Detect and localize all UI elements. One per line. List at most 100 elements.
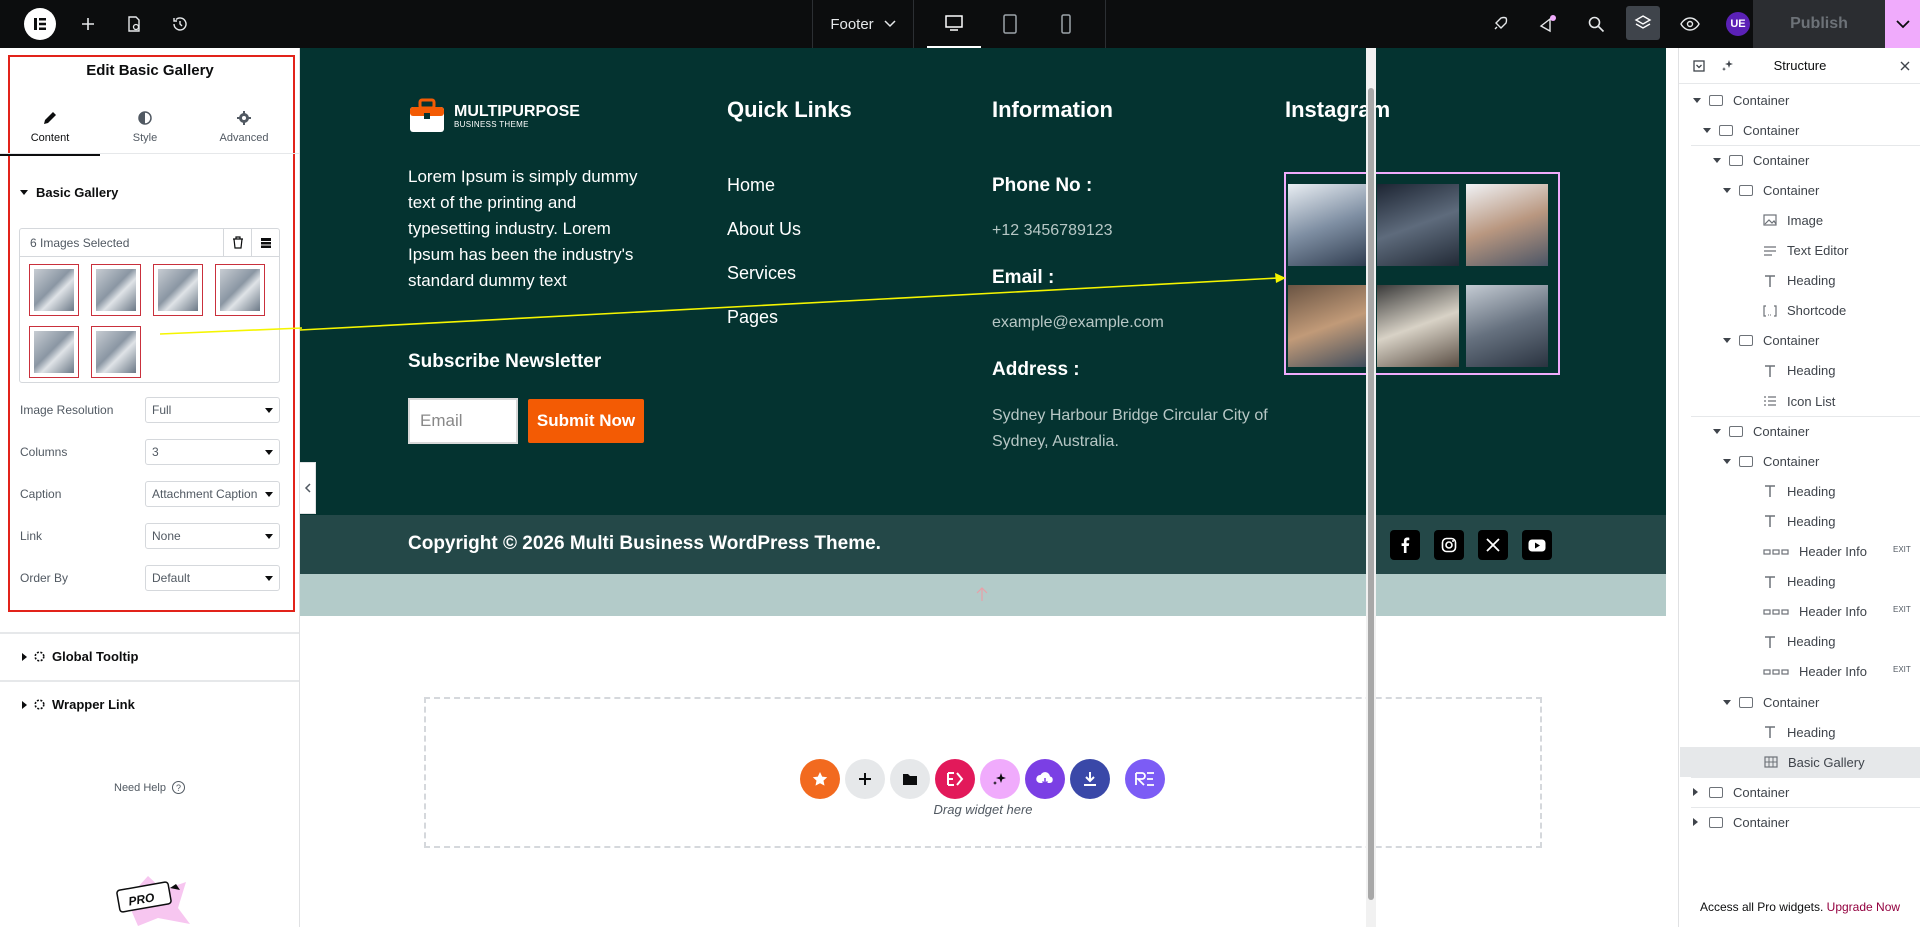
user-avatar-button[interactable]: UE — [1723, 0, 1753, 48]
gallery-thumbnail[interactable] — [91, 264, 141, 316]
structure-node-container[interactable]: Container — [1713, 145, 1809, 175]
search-button[interactable] — [1581, 0, 1611, 48]
exit-badge: EXIT — [1893, 544, 1911, 554]
structure-node-label: Container — [1743, 122, 1800, 138]
structure-node-heading[interactable]: Heading — [1733, 567, 1835, 597]
caret-right-icon[interactable] — [1693, 788, 1703, 797]
heading-icon — [1763, 575, 1777, 589]
structure-node-container[interactable]: Container — [1723, 175, 1819, 205]
structure-node-header-info[interactable]: Header Info — [1733, 537, 1867, 567]
structure-node-label: Heading — [1787, 363, 1836, 379]
structure-node-container[interactable]: Container — [1693, 777, 1789, 807]
structure-toggle-button[interactable] — [1626, 6, 1660, 40]
add-element-button[interactable] — [74, 0, 102, 48]
structure-node-shortcode[interactable]: Shortcode — [1733, 296, 1846, 326]
publish-button[interactable]: Publish — [1753, 0, 1885, 48]
gallery-thumbnail[interactable] — [29, 326, 79, 378]
structure-node-heading[interactable]: Heading — [1733, 476, 1835, 506]
structure-node-container[interactable]: Container — [1723, 326, 1819, 356]
structure-node-container[interactable]: Container — [1723, 446, 1819, 476]
caret-down-icon[interactable] — [1703, 127, 1713, 133]
upgrade-now-link[interactable]: Upgrade Now — [1827, 900, 1900, 914]
heading-icon — [1763, 274, 1777, 288]
preview-button[interactable] — [1675, 0, 1705, 48]
canvas-scrollbar-thumb[interactable] — [1368, 88, 1374, 900]
structure-node-header-info[interactable]: Header Info — [1733, 657, 1867, 687]
structure-node-heading[interactable]: Heading — [1733, 506, 1835, 536]
caret-down-icon — [265, 533, 273, 539]
caret-down-icon[interactable] — [1713, 428, 1723, 434]
notifications-button[interactable] — [1533, 0, 1563, 48]
caret-down-icon[interactable] — [1693, 97, 1703, 103]
section-basic-gallery-toggle[interactable]: Basic Gallery — [20, 185, 118, 200]
caption-select[interactable]: Attachment Caption — [145, 481, 280, 507]
globe-icon — [34, 651, 45, 662]
caret-down-icon[interactable] — [1713, 157, 1723, 163]
structure-node-icon-list[interactable]: Icon List — [1733, 386, 1835, 416]
elementor-logo-button[interactable] — [20, 0, 60, 48]
container-icon — [1739, 455, 1753, 467]
caret-down-icon[interactable] — [1723, 699, 1733, 705]
structure-node-container[interactable]: Container — [1713, 416, 1809, 446]
control-image-resolution: Image Resolution Full — [20, 397, 280, 423]
caret-down-icon[interactable] — [1723, 338, 1733, 344]
structure-node-heading[interactable]: Heading — [1733, 266, 1835, 296]
image-resolution-select[interactable]: Full — [145, 397, 280, 423]
header-info-icon — [1763, 667, 1789, 677]
tab-advanced[interactable]: Advanced — [194, 104, 294, 156]
structure-node-heading[interactable]: Heading — [1733, 627, 1835, 657]
structure-node-heading[interactable]: Heading — [1733, 356, 1835, 386]
control-label: Image Resolution — [20, 403, 114, 417]
desktop-mode-button[interactable] — [927, 0, 981, 48]
page-settings-button[interactable] — [120, 0, 148, 48]
mobile-mode-button[interactable] — [1039, 0, 1093, 48]
tablet-mode-button[interactable] — [983, 0, 1037, 48]
structure-node-container[interactable]: Container — [1723, 687, 1819, 717]
section-wrapper-link-toggle[interactable]: Wrapper Link — [22, 697, 135, 712]
structure-node-label: Image — [1787, 212, 1824, 228]
top-bar: Footer UE Publish — [0, 0, 1920, 48]
close-icon[interactable] — [1900, 61, 1910, 71]
clear-gallery-button[interactable] — [223, 228, 251, 257]
structure-node-container[interactable]: Container — [1703, 115, 1799, 145]
structure-node-text-editor[interactable]: Text Editor — [1733, 236, 1848, 266]
gallery-thumbnail[interactable] — [29, 264, 79, 316]
tree-divider — [1691, 145, 1920, 147]
caret-right-icon[interactable] — [1693, 818, 1703, 827]
gallery-thumbnail[interactable] — [153, 264, 203, 316]
page-settings-icon — [128, 16, 140, 32]
history-button[interactable] — [166, 0, 194, 48]
need-help-link[interactable]: Need Help ? — [114, 781, 185, 794]
container-icon — [1709, 816, 1723, 828]
gallery-thumbnail[interactable] — [91, 326, 141, 378]
annotation-arrow — [300, 273, 1286, 331]
edit-gallery-button[interactable] — [251, 228, 279, 257]
order-by-select[interactable]: Default — [145, 565, 280, 591]
avatar: UE — [1726, 12, 1750, 36]
tab-content[interactable]: Content — [0, 104, 100, 156]
collapse-panel-button[interactable] — [300, 462, 316, 514]
need-help-label: Need Help — [114, 781, 166, 794]
help-question-icon: ? — [171, 781, 185, 794]
caret-down-icon[interactable] — [1723, 187, 1733, 193]
structure-node-image[interactable]: Image — [1733, 205, 1823, 235]
columns-select[interactable]: 3 — [145, 439, 280, 465]
document-selector[interactable]: Footer — [812, 0, 914, 48]
mobile-icon — [1061, 14, 1071, 34]
gallery-summary[interactable]: 6 Images Selected — [20, 236, 223, 250]
tab-content-label: Content — [30, 132, 70, 144]
structure-node-basic-gallery[interactable]: Basic Gallery — [1680, 747, 1920, 778]
structure-node-container[interactable]: Container — [1693, 85, 1789, 115]
tab-style[interactable]: Style — [95, 104, 195, 156]
caret-down-icon — [265, 449, 273, 455]
publish-options-button[interactable] — [1885, 0, 1920, 48]
gallery-thumbnail[interactable] — [215, 264, 265, 316]
structure-node-header-info[interactable]: Header Info — [1733, 597, 1867, 627]
section-wrapper-link-title: Wrapper Link — [52, 697, 135, 712]
structure-node-container[interactable]: Container — [1693, 807, 1789, 837]
section-global-tooltip-toggle[interactable]: Global Tooltip — [22, 649, 138, 664]
caret-down-icon[interactable] — [1723, 458, 1733, 464]
launchpad-button[interactable] — [1485, 0, 1515, 48]
structure-node-heading[interactable]: Heading — [1733, 717, 1835, 747]
link-select[interactable]: None — [145, 523, 280, 549]
